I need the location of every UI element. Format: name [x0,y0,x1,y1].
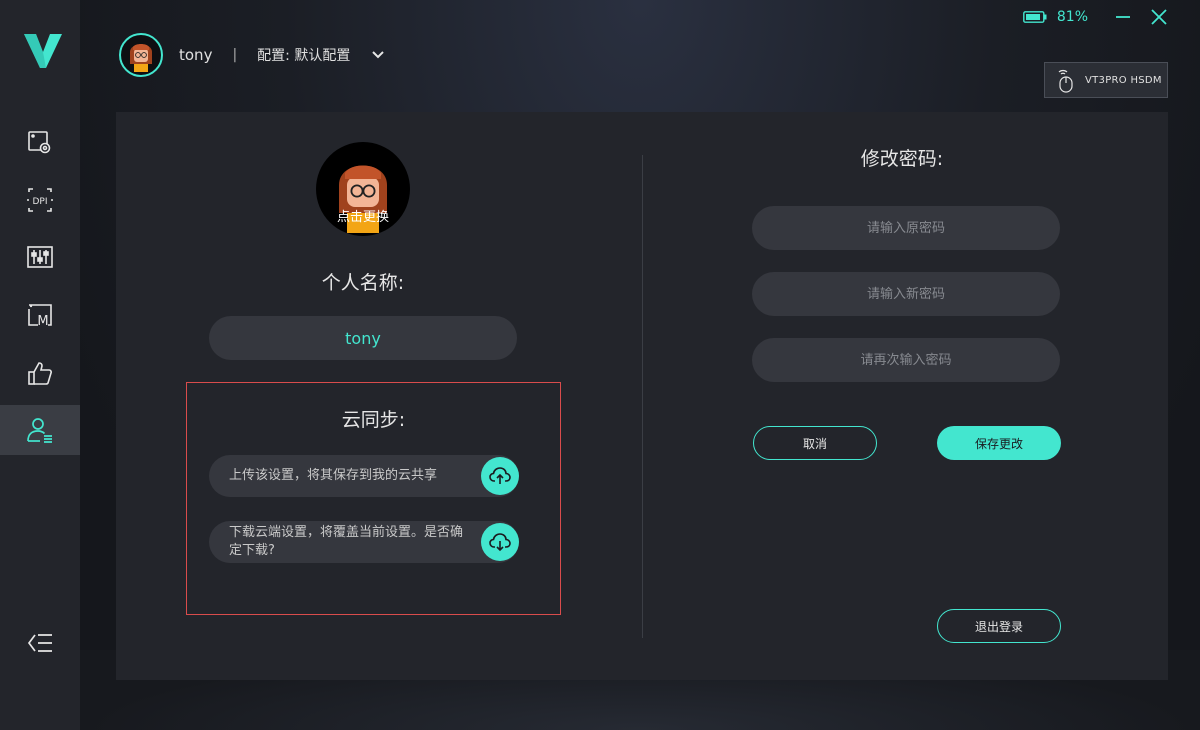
sidebar-item-dpi[interactable]: DPI [0,175,80,225]
device-name: VT3PRO HSDM [1085,74,1162,86]
cloud-download-button[interactable] [481,523,519,561]
close-button[interactable] [1148,6,1170,28]
user-profile-icon [27,418,52,443]
confirm-password-input[interactable] [752,338,1060,382]
cloud-upload-row: 上传该设置，将其保存到我的云共享 [209,455,519,497]
cloud-upload-icon [489,467,511,484]
sidebar-item-screen-settings[interactable] [0,118,80,168]
cloud-upload-button[interactable] [481,457,519,495]
battery-status: 81% [1022,9,1088,25]
old-password-input[interactable] [752,206,1060,250]
cloud-download-icon [489,533,511,552]
save-changes-button[interactable]: 保存更改 [937,426,1061,460]
dpi-icon: DPI [27,188,53,212]
sliders-icon [27,246,53,268]
name-label: 个人名称: [321,272,405,294]
close-icon [1151,9,1167,25]
user-name: tony [179,46,213,64]
minimize-icon [1116,16,1130,18]
macro-icon: M [28,304,52,329]
cloud-download-row: 下载云端设置，将覆盖当前设置。是否确定下载? [209,521,519,563]
thumbs-up-icon [28,362,52,385]
app-logo [24,34,62,68]
user-header: tony | 配置: 默认配置 [119,33,386,77]
sidebar-item-sliders[interactable] [0,232,80,282]
dpi-icon-label: DPI [32,197,47,207]
minimize-button[interactable] [1112,6,1134,28]
chevron-down-icon[interactable] [370,47,386,63]
logout-button[interactable]: 退出登录 [937,609,1061,643]
avatar-caption: 点击更换 [336,210,389,225]
battery-percent: 81% [1056,9,1088,25]
screen-settings-icon [28,131,51,154]
battery-icon [1022,11,1047,23]
config-selector-label[interactable]: 配置: 默认配置 [257,45,350,65]
macro-icon-label: M [37,314,48,329]
change-password-title: 修改密码: [860,148,944,170]
new-password-input[interactable] [752,272,1060,316]
sidebar-collapse-button[interactable] [0,618,80,668]
wireless-mouse-icon [1058,69,1073,93]
avatar[interactable] [119,33,163,77]
cloud-download-text: 下载云端设置，将覆盖当前设置。是否确定下载? [229,525,464,558]
collapse-menu-icon [27,634,52,652]
sidebar-item-user[interactable] [0,405,80,455]
cloud-upload-text: 上传该设置，将其保存到我的云共享 [229,468,438,483]
window-controls: 81% [1022,6,1170,28]
cancel-button[interactable]: 取消 [753,426,877,460]
sidebar-item-macro[interactable]: M [0,290,80,340]
device-badge[interactable]: VT3PRO HSDM [1044,62,1168,98]
card-divider [642,155,643,638]
cloud-sync-section: 云同步: 上传该设置，将其保存到我的云共享 下载云端设置，将覆盖当前设置。是否确… [186,382,561,615]
sidebar: DPI M [0,0,80,730]
avatar-change-button[interactable]: 点击更换 [316,142,410,236]
sidebar-item-recommend[interactable] [0,348,80,398]
cloud-sync-title: 云同步: [341,409,406,431]
avatar-girl-icon [130,44,152,72]
header-separator: | [232,47,238,63]
name-field[interactable]: tony [209,316,517,360]
